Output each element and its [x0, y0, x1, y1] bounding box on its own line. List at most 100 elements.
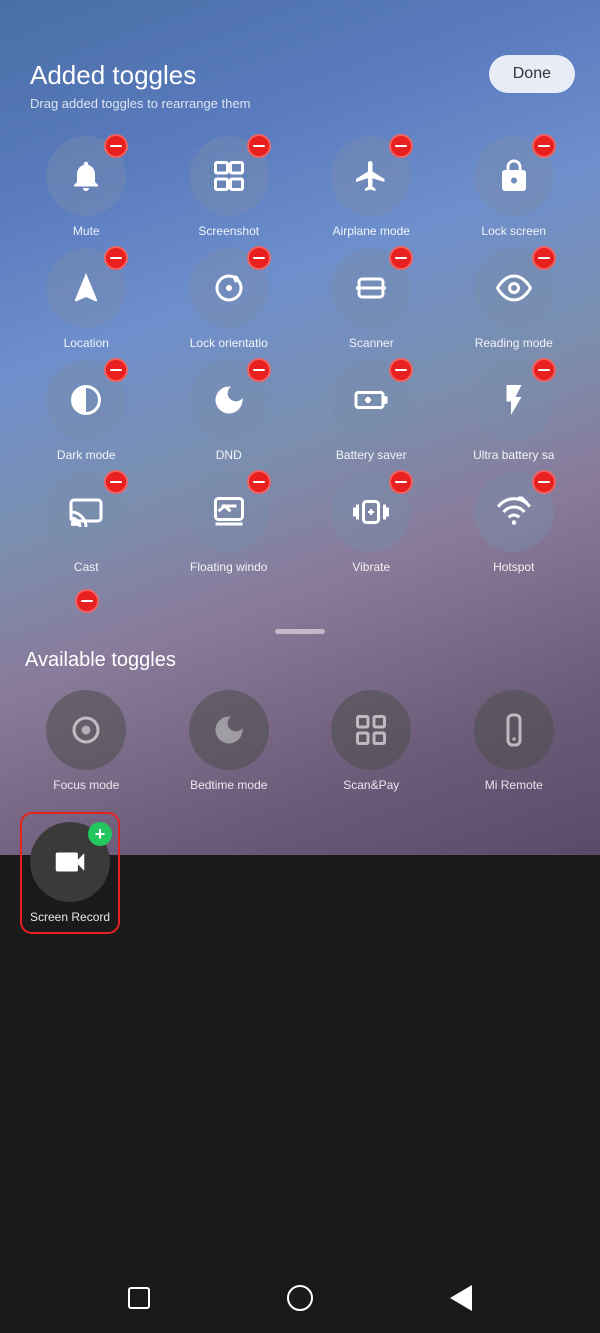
- minus-badge-lockorientation[interactable]: [247, 246, 271, 270]
- nav-bar: [0, 1263, 600, 1333]
- toggle-floating[interactable]: Floating windo: [163, 472, 296, 574]
- avail-scanpay-circle: [331, 690, 411, 770]
- focus-icon: [68, 712, 104, 748]
- minus-badge-screenshot[interactable]: [247, 134, 271, 158]
- toggle-battery[interactable]: Battery saver: [305, 360, 438, 462]
- avail-bedtime-circle: [189, 690, 269, 770]
- minus-badge-location[interactable]: [104, 246, 128, 270]
- avail-bedtime[interactable]: Bedtime mode: [163, 690, 296, 792]
- battery-icon: [353, 382, 389, 418]
- minus-badge-hotspot[interactable]: [532, 470, 556, 494]
- avail-miremote-circle: [474, 690, 554, 770]
- back-icon: [450, 1285, 472, 1311]
- drag-handle: [275, 629, 325, 634]
- toggle-reading-circle: [474, 248, 554, 328]
- lock-icon: [496, 158, 532, 194]
- lightning-icon: [496, 382, 532, 418]
- toggle-floating-label: Floating windo: [190, 560, 267, 574]
- toggle-ultrabattery-label: Ultra battery sa: [473, 448, 554, 462]
- green-plus-badge: +: [88, 822, 112, 846]
- bedtime-icon: [211, 712, 247, 748]
- toggle-lockorientation-label: Lock orientatio: [190, 336, 268, 350]
- screen-record-circle: +: [30, 822, 110, 902]
- minus-badge-dnd[interactable]: [247, 358, 271, 382]
- toggle-mute[interactable]: Mute: [20, 136, 153, 238]
- toggle-darkmode-label: Dark mode: [57, 448, 116, 462]
- moon-icon: [211, 382, 247, 418]
- cast-icon: [68, 494, 104, 530]
- minus-badge-mute[interactable]: [104, 134, 128, 158]
- toggle-cast[interactable]: Cast: [20, 472, 153, 574]
- partial-minus-1[interactable]: [75, 589, 99, 613]
- vibrate-icon: [353, 494, 389, 530]
- available-section: Available toggles Focus mode: [0, 649, 600, 934]
- floating-icon: [211, 494, 247, 530]
- toggle-ultrabattery[interactable]: Ultra battery sa: [448, 360, 581, 462]
- avail-scanpay-label: Scan&Pay: [343, 778, 399, 792]
- toggle-battery-label: Battery saver: [336, 448, 407, 462]
- minus-badge-lockscreen[interactable]: [532, 134, 556, 158]
- scanner-icon: [353, 270, 389, 306]
- toggle-vibrate-circle: [331, 472, 411, 552]
- toggle-reading[interactable]: Reading mode: [448, 248, 581, 350]
- toggle-hotspot-label: Hotspot: [493, 560, 534, 574]
- home-icon: [287, 1285, 313, 1311]
- toggle-location-label: Location: [64, 336, 109, 350]
- toggle-hotspot-circle: [474, 472, 554, 552]
- avail-focus-circle: [46, 690, 126, 770]
- toggle-battery-circle: [331, 360, 411, 440]
- toggle-lockscreen-label: Lock screen: [481, 224, 546, 238]
- toggle-floating-circle: [189, 472, 269, 552]
- avail-scanpay[interactable]: Scan&Pay: [305, 690, 438, 792]
- minus-badge-airplane[interactable]: [389, 134, 413, 158]
- toggle-screenshot[interactable]: Screenshot: [163, 136, 296, 238]
- minus-badge-floating[interactable]: [247, 470, 271, 494]
- avail-focus-label: Focus mode: [53, 778, 119, 792]
- toggle-airplane[interactable]: Airplane mode: [305, 136, 438, 238]
- hotspot-icon: [496, 494, 532, 530]
- screen-record-item[interactable]: + Screen Record: [20, 812, 120, 934]
- toggle-darkmode[interactable]: Dark mode: [20, 360, 153, 462]
- toggle-vibrate[interactable]: Vibrate: [305, 472, 438, 574]
- toggle-cast-circle: [46, 472, 126, 552]
- toggle-lockscreen[interactable]: Lock screen: [448, 136, 581, 238]
- avail-bedtime-label: Bedtime mode: [190, 778, 267, 792]
- toggle-scanner[interactable]: Scanner: [305, 248, 438, 350]
- partial-item-1: [20, 589, 153, 619]
- minus-badge-scanner[interactable]: [389, 246, 413, 270]
- minus-badge-darkmode[interactable]: [104, 358, 128, 382]
- minus-badge-ultrabattery[interactable]: [532, 358, 556, 382]
- home-button[interactable]: [287, 1285, 313, 1311]
- minus-badge-reading[interactable]: [532, 246, 556, 270]
- available-title: Available toggles: [20, 649, 580, 672]
- toggle-dnd[interactable]: DND: [163, 360, 296, 462]
- avail-focus[interactable]: Focus mode: [20, 690, 153, 792]
- toggle-hotspot[interactable]: Hotspot: [448, 472, 581, 574]
- toggle-location-circle: [46, 248, 126, 328]
- back-button[interactable]: [450, 1285, 472, 1311]
- toggle-lockorientation[interactable]: Lock orientatio: [163, 248, 296, 350]
- toggle-ultrabattery-circle: [474, 360, 554, 440]
- toggle-lockscreen-circle: [474, 136, 554, 216]
- toggle-mute-label: Mute: [73, 224, 100, 238]
- toggle-cast-label: Cast: [74, 560, 99, 574]
- toggle-scanner-circle: [331, 248, 411, 328]
- video-camera-icon: [51, 843, 89, 881]
- added-toggles-grid: Mute Screenshot Airplane mode: [0, 121, 600, 589]
- added-subtitle: Drag added toggles to rearrange them: [30, 96, 570, 111]
- toggle-reading-label: Reading mode: [475, 336, 553, 350]
- eye-icon: [496, 270, 532, 306]
- done-button[interactable]: Done: [489, 55, 575, 93]
- avail-miremote[interactable]: Mi Remote: [448, 690, 581, 792]
- toggle-location[interactable]: Location: [20, 248, 153, 350]
- recents-button[interactable]: [128, 1287, 150, 1309]
- rotate-lock-icon: [211, 270, 247, 306]
- location-icon: [68, 270, 104, 306]
- minus-badge-vibrate[interactable]: [389, 470, 413, 494]
- toggle-dnd-circle: [189, 360, 269, 440]
- recents-icon: [128, 1287, 150, 1309]
- minus-badge-battery[interactable]: [389, 358, 413, 382]
- screen-record-label: Screen Record: [30, 910, 110, 924]
- minus-badge-cast[interactable]: [104, 470, 128, 494]
- screenshot-icon: [211, 158, 247, 194]
